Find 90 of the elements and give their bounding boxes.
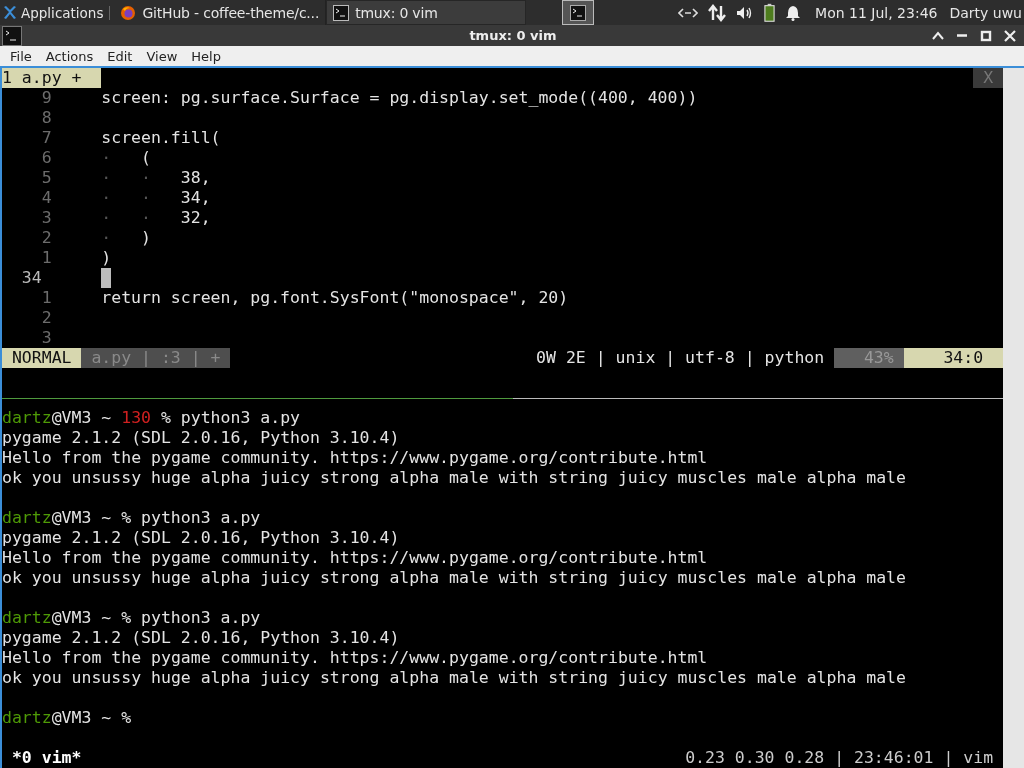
menu-item[interactable]: File — [3, 48, 39, 64]
line-number: 8 — [40, 108, 52, 128]
output-line: ok you unsussy huge alpha juicy strong alpha male with string juicy muscles male alpha male — [2, 668, 906, 688]
output-line: pygame 2.1.2 (SDL 2.0.16, Python 3.10.4) — [2, 428, 400, 448]
prompt-symbol: % — [160, 408, 171, 428]
line-number: 3 — [40, 208, 52, 228]
output-line: Hello from the pygame community. https://www.pygame.org/contribute.html — [2, 648, 708, 668]
terminal-icon — [570, 4, 587, 21]
line-number: 7 — [40, 128, 52, 148]
line-number: 6 — [40, 148, 52, 168]
prompt-path: ~ — [101, 608, 112, 628]
code-line: screen.fill( — [101, 128, 221, 148]
line-number: 1 — [40, 288, 52, 308]
prompt-user: dartz — [2, 408, 52, 428]
prompt-user: dartz — [2, 608, 52, 628]
output-line: ok you unsussy huge alpha juicy strong alpha male with string juicy muscles male alpha male — [2, 468, 906, 488]
output-line: pygame 2.1.2 (SDL 2.0.16, Python 3.10.4) — [2, 528, 400, 548]
prompt-path: ~ — [101, 408, 112, 428]
tmux-status-info: 0.23 0.30 0.28 | 23:46:01 | vim — [685, 748, 994, 768]
cursor-position: 34:0 — [903, 348, 1003, 368]
line-number: 2 — [40, 308, 52, 328]
terminal-icon — [333, 4, 350, 21]
battery-icon[interactable] — [764, 2, 776, 23]
menu-item[interactable]: Edit — [100, 48, 140, 64]
prompt-user: dartz — [2, 508, 52, 528]
close-icon — [1004, 29, 1016, 42]
prompt-host: @VM3 — [51, 508, 92, 528]
code-line: screen: pg.surface.Surface = pg.display.set_mode((400, 400)) — [101, 88, 698, 108]
output-line: pygame 2.1.2 (SDL 2.0.16, Python 3.10.4) — [2, 628, 400, 648]
menu-item[interactable]: Actions — [38, 48, 101, 64]
prompt-symbol: % — [121, 608, 132, 628]
terminal-launcher-button[interactable] — [562, 0, 595, 25]
mode-indicator: NORMAL — [2, 348, 82, 368]
indent-guide: · — [141, 208, 152, 228]
indent-guide: · — [141, 188, 152, 208]
applications-menu[interactable]: Applications — [0, 0, 106, 25]
indent-guide: · — [101, 168, 113, 188]
scroll-percent: 43% — [834, 348, 904, 368]
minimize-icon — [957, 34, 967, 38]
indent-guide: · — [141, 168, 152, 188]
indent-guide: · — [101, 148, 113, 168]
window-title: tmux: 0 vim — [468, 28, 558, 44]
line-number: 2 — [40, 228, 52, 248]
menu-item[interactable]: View — [139, 48, 185, 64]
network-icon[interactable] — [678, 6, 699, 19]
menu-item[interactable]: Help — [184, 48, 228, 64]
clock[interactable]: Mon 11 Jul, 23:46 — [815, 4, 938, 21]
line-number: 1 — [40, 248, 52, 268]
code-line: return screen, pg.font.SysFont("monospace", 20) — [101, 288, 569, 308]
indent-guide: · — [101, 188, 113, 208]
code-line: ) — [101, 248, 112, 268]
scrollbar[interactable] — [1003, 68, 1024, 768]
buffer-tab[interactable]: 1 a.py + — [2, 68, 102, 88]
user-menu[interactable]: Darty uwu — [949, 4, 1022, 21]
output-line: Hello from the pygame community. https://www.pygame.org/contribute.html — [2, 448, 708, 468]
maximize-icon — [980, 29, 992, 42]
prompt-path: ~ — [101, 708, 112, 728]
code-line: 38, — [180, 168, 211, 188]
command-text: python3 a.py — [180, 408, 300, 428]
chevron-up-icon — [932, 29, 944, 42]
output-line: Hello from the pygame community. https://www.pygame.org/contribute.html — [2, 548, 708, 568]
prompt-path: ~ — [101, 508, 112, 528]
transfer-arrows-icon[interactable] — [708, 3, 727, 22]
prompt-symbol: % — [121, 508, 132, 528]
prompt-host: @VM3 — [51, 608, 92, 628]
command-text: python3 a.py — [141, 608, 261, 628]
prompt-host: @VM3 — [51, 708, 92, 728]
exit-code: 130 — [121, 408, 151, 428]
line-number: 34 — [20, 268, 43, 288]
file-info: a.py | :3 | + — [81, 348, 231, 368]
output-line: ok you unsussy huge alpha juicy strong alpha male with string juicy muscles male alpha male — [2, 568, 906, 588]
browser-icon — [120, 4, 137, 21]
code-line: ) — [141, 228, 151, 248]
tmux-window-tab[interactable]: *0 vim* — [11, 748, 82, 768]
code-line: ( — [141, 148, 151, 168]
code-line: 34, — [180, 188, 211, 208]
indent-guide: · — [101, 228, 113, 248]
line-number: 4 — [40, 188, 52, 208]
code-line: 32, — [180, 208, 211, 228]
file-status: 0W 2E | unix | utf-8 | python — [536, 348, 826, 368]
prompt-symbol: % — [121, 708, 132, 728]
bell-icon[interactable] — [785, 4, 802, 21]
line-number: 3 — [40, 328, 52, 348]
prompt-user: dartz — [2, 708, 52, 728]
prompt-host: @VM3 — [51, 408, 92, 428]
taskbar-button[interactable]: tmux: 0 vim — [326, 0, 527, 25]
line-number: 9 — [40, 88, 52, 108]
command-text: python3 a.py — [141, 508, 261, 528]
indent-guide: · — [101, 208, 113, 228]
line-number: 5 — [40, 168, 52, 188]
